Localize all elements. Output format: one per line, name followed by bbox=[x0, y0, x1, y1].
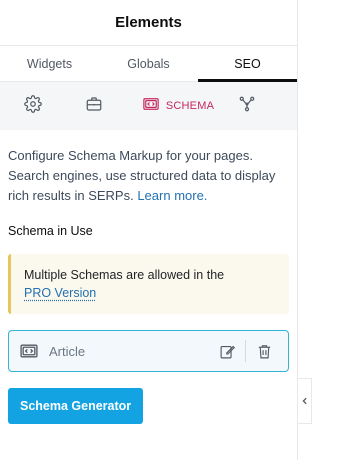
tab-widgets[interactable]: Widgets bbox=[0, 46, 99, 81]
pro-notice: Multiple Schemas are allowed in the PRO … bbox=[8, 254, 289, 314]
subtab-settings[interactable] bbox=[10, 82, 56, 130]
section-label: Schema in Use bbox=[8, 224, 93, 238]
action-divider bbox=[245, 340, 246, 362]
trash-icon[interactable] bbox=[250, 337, 278, 365]
tab-globals[interactable]: Globals bbox=[99, 46, 198, 81]
schema-item-name: Article bbox=[49, 343, 86, 359]
subtab-breadcrumbs[interactable] bbox=[224, 82, 270, 130]
pro-version-link[interactable]: PRO Version bbox=[24, 286, 96, 300]
notice-text: Multiple Schemas are allowed in the bbox=[24, 268, 225, 282]
learn-more-link[interactable]: Learn more. bbox=[137, 188, 207, 203]
schema-description: Configure Schema Markup for your pages. … bbox=[8, 146, 289, 206]
gear-icon bbox=[24, 94, 42, 118]
briefcase-icon bbox=[85, 95, 103, 118]
collapse-panel-toggle[interactable] bbox=[298, 378, 312, 424]
main-tabs: Widgets Globals SEO bbox=[0, 46, 297, 82]
edit-icon[interactable] bbox=[213, 337, 241, 365]
schema-content: Configure Schema Markup for your pages. … bbox=[0, 130, 297, 424]
schema-icon bbox=[142, 95, 160, 118]
tab-seo[interactable]: SEO bbox=[198, 46, 297, 82]
chevron-left-icon bbox=[301, 394, 309, 408]
subtab-schema-label: SCHEMA bbox=[165, 100, 215, 112]
subtab-schema[interactable]: SCHEMA bbox=[132, 82, 224, 130]
seo-subtabs: SCHEMA bbox=[0, 82, 297, 130]
subtab-business[interactable] bbox=[56, 82, 132, 130]
schema-generator-button[interactable]: Schema Generator bbox=[8, 388, 144, 424]
schema-item-row: Article bbox=[8, 330, 289, 372]
panel-title: Elements bbox=[115, 14, 182, 31]
schema-item-icon bbox=[19, 341, 39, 361]
elements-panel: Elements Widgets Globals SEO SCHEMA Conf… bbox=[0, 0, 298, 460]
panel-header: Elements bbox=[0, 0, 297, 46]
nodes-icon bbox=[238, 95, 256, 118]
